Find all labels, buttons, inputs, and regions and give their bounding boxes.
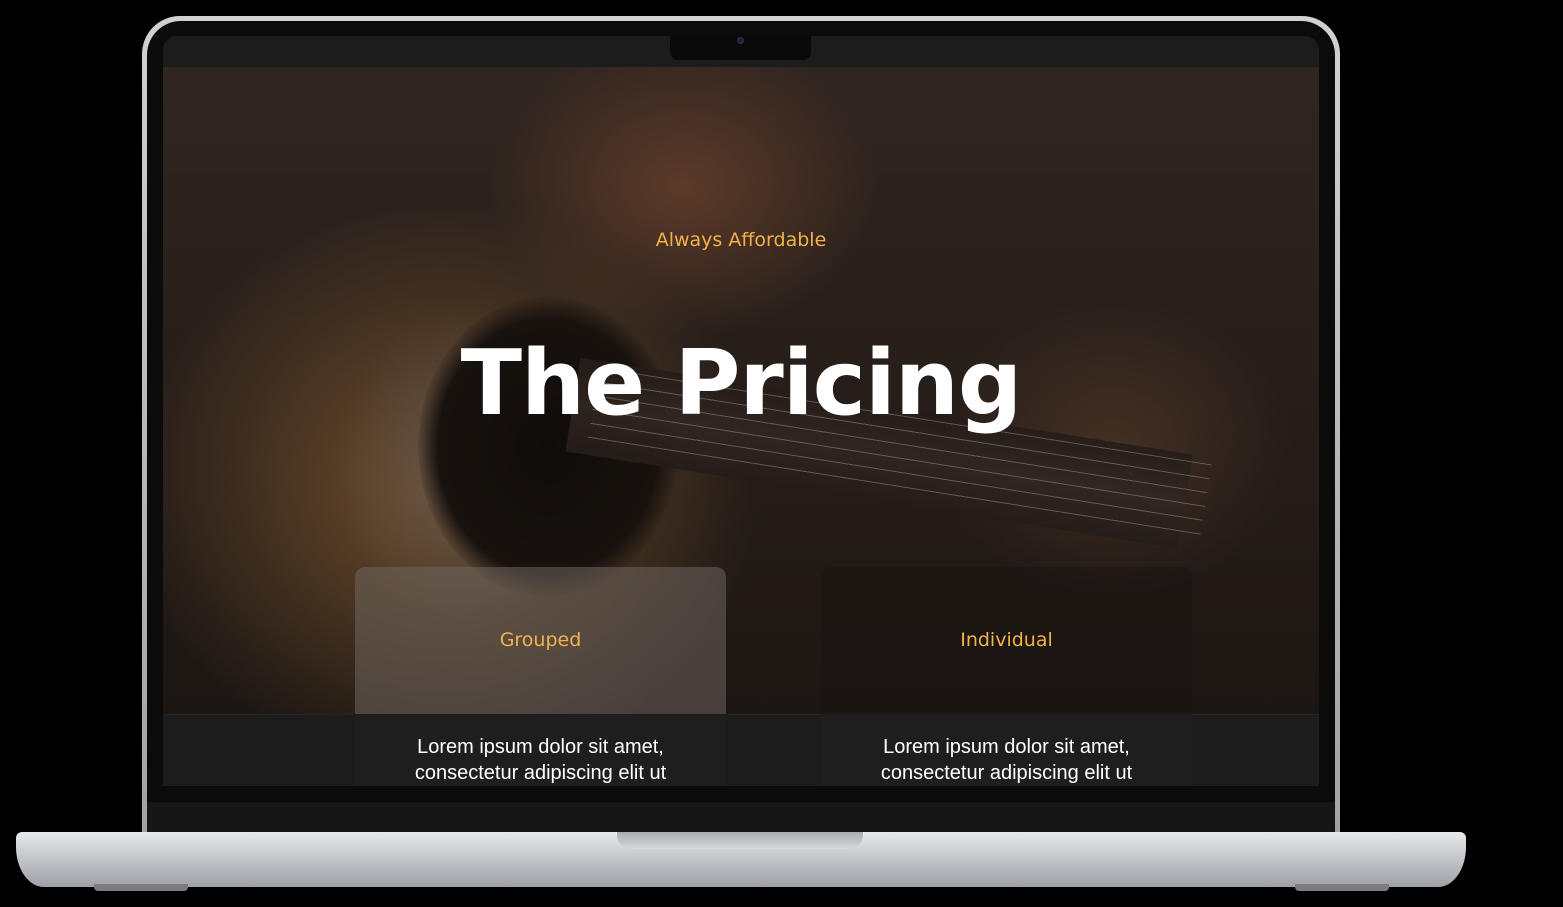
laptop-screen: Always Affordable The Pricing Grouped Lo… <box>163 36 1319 786</box>
card-description-line: Lorem ipsum dolor sit amet, <box>883 736 1130 758</box>
laptop-foot-right <box>1295 884 1389 891</box>
card-description: Lorem ipsum dolor sit amet, consectetur … <box>355 734 726 786</box>
laptop-mockup: Always Affordable The Pricing Grouped Lo… <box>0 0 1563 907</box>
pricing-card-individual[interactable]: Individual Lorem ipsum dolor sit amet, c… <box>821 567 1192 786</box>
laptop-chin <box>147 802 1335 836</box>
card-description-line: consectetur adipiscing elit ut <box>414 762 667 784</box>
card-description-line: consectetur adipiscing elit ut <box>880 762 1133 784</box>
laptop-foot-left <box>94 884 188 891</box>
card-title: Individual <box>960 629 1053 651</box>
camera-icon <box>737 37 744 44</box>
card-description: Lorem ipsum dolor sit amet, consectetur … <box>821 734 1192 786</box>
card-description-line: Lorem ipsum dolor sit amet, <box>417 736 664 758</box>
laptop-open-lip <box>617 832 863 849</box>
pricing-card-grouped[interactable]: Grouped Lorem ipsum dolor sit amet, cons… <box>355 567 726 786</box>
card-title: Grouped <box>499 629 582 651</box>
section-eyebrow: Always Affordable <box>655 229 827 251</box>
page-title: The Pricing <box>460 331 1023 436</box>
